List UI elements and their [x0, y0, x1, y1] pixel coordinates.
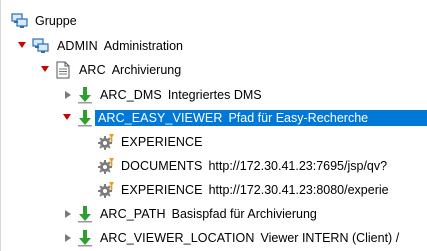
download-arrow-icon [76, 86, 94, 104]
gear-icon [98, 157, 116, 175]
tree-node-arc-viewer-location[interactable]: ARC_VIEWER_LOCATION Viewer INTERN (Client… [1, 227, 427, 249]
node-key: ARC_EASY_VIEWER [98, 111, 223, 125]
tree-node-label: ARC Archivierung [76, 62, 184, 78]
collapsed-toggle-icon[interactable] [65, 210, 71, 218]
node-description: Pfad für Easy-Recherche [228, 111, 369, 125]
group-icon [32, 37, 50, 55]
node-key: EXPERIENCE [121, 183, 203, 197]
node-key: ARC_PATH [100, 207, 166, 221]
gear-icon [98, 181, 116, 199]
tree-view: Gruppe ADMIN Administration ARC Archivie… [0, 0, 427, 251]
tree-node-arc-easy-viewer[interactable]: ARC_EASY_VIEWER Pfad für Easy-Recherche [1, 107, 427, 129]
tree-node-admin[interactable]: ADMIN Administration [1, 35, 427, 57]
node-description: Viewer INTERN (Client) / [260, 231, 400, 245]
tree-node-label: ARC_PATH Basispfad für Archivierung [97, 206, 320, 222]
node-description: Integriertes DMS [167, 88, 262, 102]
tree-node-label: Gruppe [32, 13, 80, 29]
tree-node-arc-dms[interactable]: ARC_DMS Integriertes DMS [1, 84, 427, 106]
collapsed-toggle-icon[interactable] [65, 91, 71, 99]
group-icon [11, 12, 29, 30]
tree-node-label: ADMIN Administration [54, 38, 186, 54]
tree-node-arc[interactable]: ARC Archivierung [1, 59, 427, 81]
node-description: http://172.30.41.23:8080/experie [208, 183, 389, 197]
node-key: EXPERIENCE [121, 135, 203, 149]
node-description: Administration [103, 39, 183, 53]
collapsed-toggle-icon[interactable] [65, 234, 71, 242]
download-arrow-icon [76, 109, 94, 127]
node-key: DOCUMENTS [121, 159, 203, 173]
download-arrow-icon [76, 205, 94, 223]
expanded-toggle-icon[interactable] [41, 66, 49, 72]
node-key: ARC_VIEWER_LOCATION [100, 231, 255, 245]
node-key: ARC [79, 63, 106, 77]
tree-node-label-selected: ARC_EASY_VIEWER Pfad für Easy-Recherche [95, 110, 427, 126]
tree-node-label: ARC_VIEWER_LOCATION Viewer INTERN (Client… [97, 230, 402, 246]
tree-node-documents[interactable]: DOCUMENTS http://172.30.41.23:7695/jsp/qv… [1, 155, 427, 177]
tree-node-label: DOCUMENTS http://172.30.41.23:7695/jsp/qv… [118, 158, 390, 174]
node-description: Archivierung [111, 63, 182, 77]
tree-node-experience-url[interactable]: EXPERIENCE http://172.30.41.23:8080/exper… [1, 179, 427, 201]
tree-node-label: EXPERIENCE [118, 134, 206, 150]
tree-node-experience[interactable]: EXPERIENCE [1, 131, 427, 153]
tree-node-arc-path[interactable]: ARC_PATH Basispfad für Archivierung [1, 203, 427, 225]
expanded-toggle-icon[interactable] [18, 42, 26, 48]
node-description: Basispfad für Archivierung [171, 207, 317, 221]
expanded-toggle-icon[interactable] [63, 114, 71, 120]
tree-node-label: EXPERIENCE http://172.30.41.23:8080/exper… [118, 182, 392, 198]
node-description: http://172.30.41.23:7695/jsp/qv? [208, 159, 388, 173]
node-label-text: Gruppe [35, 14, 77, 28]
tree-node-gruppe[interactable]: Gruppe [1, 10, 427, 32]
download-arrow-icon [76, 229, 94, 247]
tree-node-label: ARC_DMS Integriertes DMS [97, 87, 265, 103]
node-key: ARC_DMS [100, 88, 162, 102]
node-key: ADMIN [57, 39, 98, 53]
document-icon [54, 61, 72, 79]
gear-icon [98, 133, 116, 151]
